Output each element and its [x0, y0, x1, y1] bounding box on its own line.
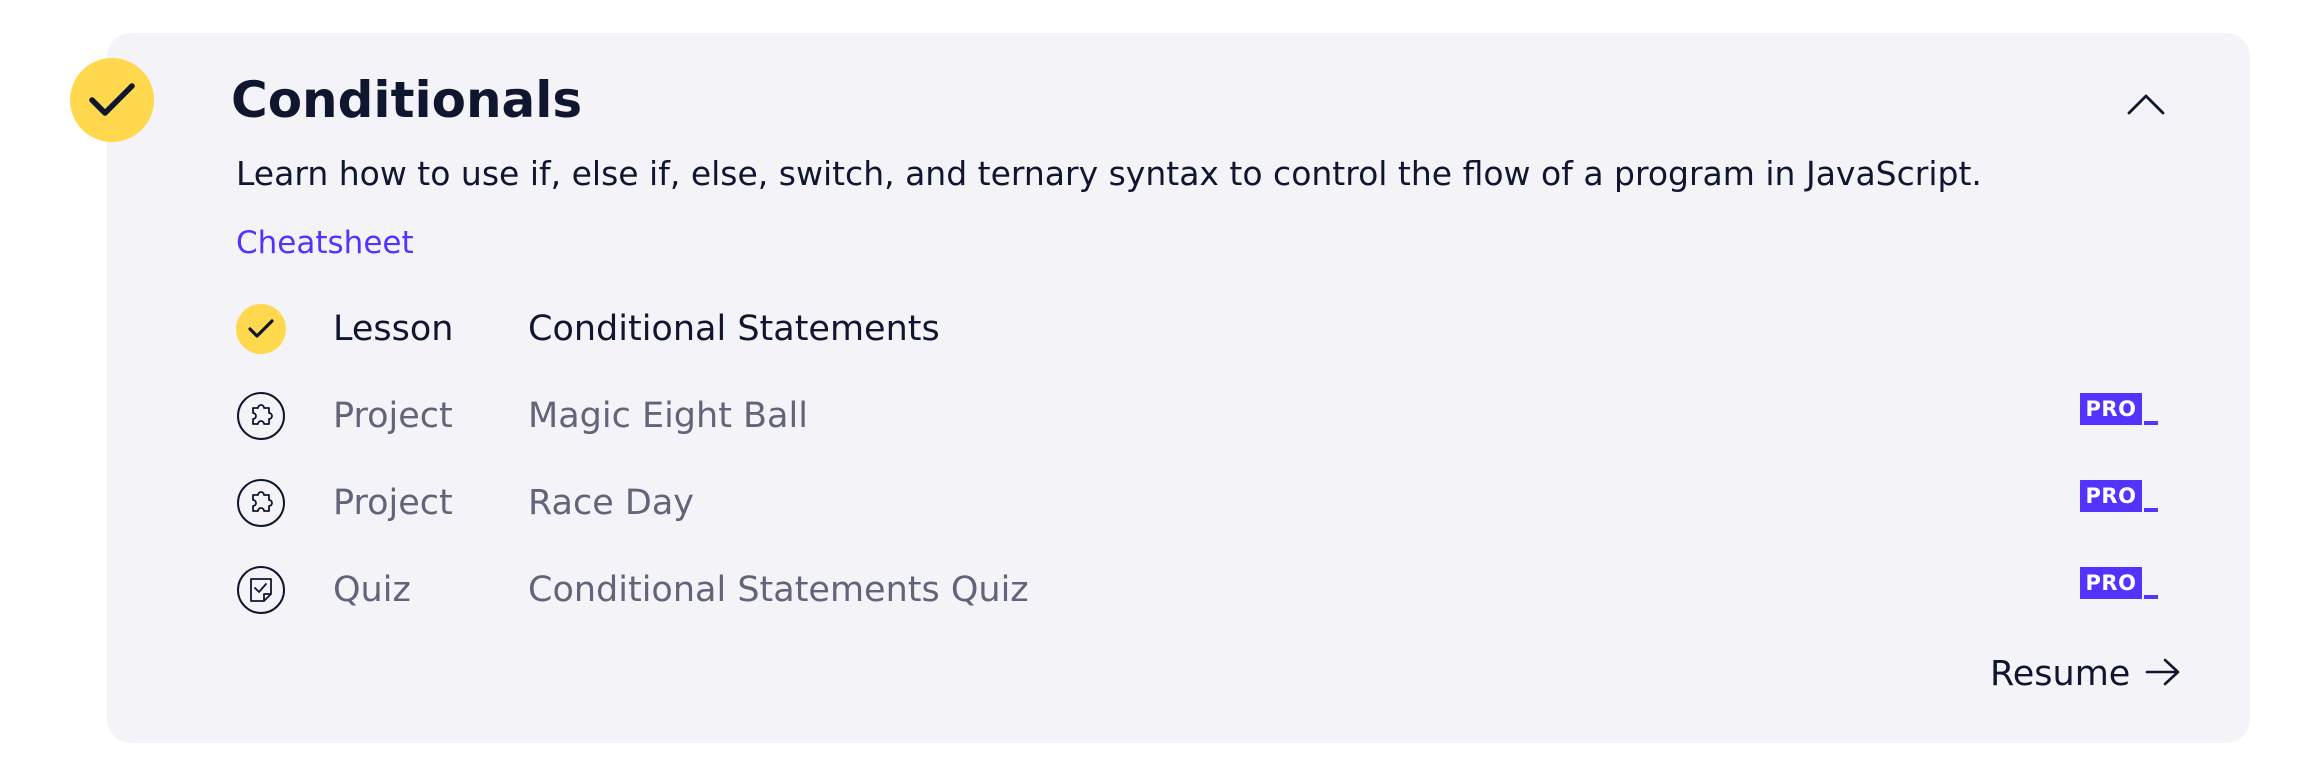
- resume-button[interactable]: Resume: [1990, 648, 2182, 700]
- collapse-chevron-up-icon[interactable]: [2116, 84, 2176, 124]
- content-item-project[interactable]: Project Magic Eight Ball PRO: [236, 388, 2170, 444]
- pro-badge-label: PRO: [2080, 567, 2142, 599]
- pro-badge-cursor: [2144, 421, 2158, 425]
- puzzle-icon: [236, 391, 286, 441]
- module-description: Learn how to use if, else if, else, swit…: [236, 154, 1982, 193]
- content-item-project[interactable]: Project Race Day PRO: [236, 475, 2170, 531]
- content-item-quiz[interactable]: Quiz Conditional Statements Quiz PRO: [236, 562, 2170, 618]
- pro-badge-cursor: [2144, 508, 2158, 512]
- item-name: Conditional Statements Quiz: [528, 570, 1029, 610]
- item-name: Magic Eight Ball: [528, 396, 808, 436]
- check-icon: [236, 304, 286, 354]
- quiz-icon: [236, 565, 286, 615]
- pro-badge-label: PRO: [2080, 393, 2142, 425]
- puzzle-icon: [236, 478, 286, 528]
- item-type: Project: [333, 483, 453, 523]
- pro-badge-cursor: [2144, 595, 2158, 599]
- pro-badge: PRO: [2080, 567, 2158, 603]
- cheatsheet-link[interactable]: Cheatsheet: [236, 221, 414, 265]
- item-name: Race Day: [528, 483, 695, 523]
- item-name: Conditional Statements: [528, 309, 940, 349]
- content-item-lesson[interactable]: Lesson Conditional Statements: [236, 301, 2170, 357]
- pro-badge: PRO: [2080, 480, 2158, 516]
- arrow-right-icon: [2144, 657, 2182, 691]
- item-type: Project: [333, 396, 453, 436]
- module-complete-check-icon: [70, 58, 154, 142]
- pro-badge: PRO: [2080, 393, 2158, 429]
- resume-label: Resume: [1990, 654, 2131, 694]
- module-title: Conditionals: [231, 71, 583, 129]
- item-type: Quiz: [333, 570, 411, 610]
- pro-badge-label: PRO: [2080, 480, 2142, 512]
- item-type: Lesson: [333, 309, 454, 349]
